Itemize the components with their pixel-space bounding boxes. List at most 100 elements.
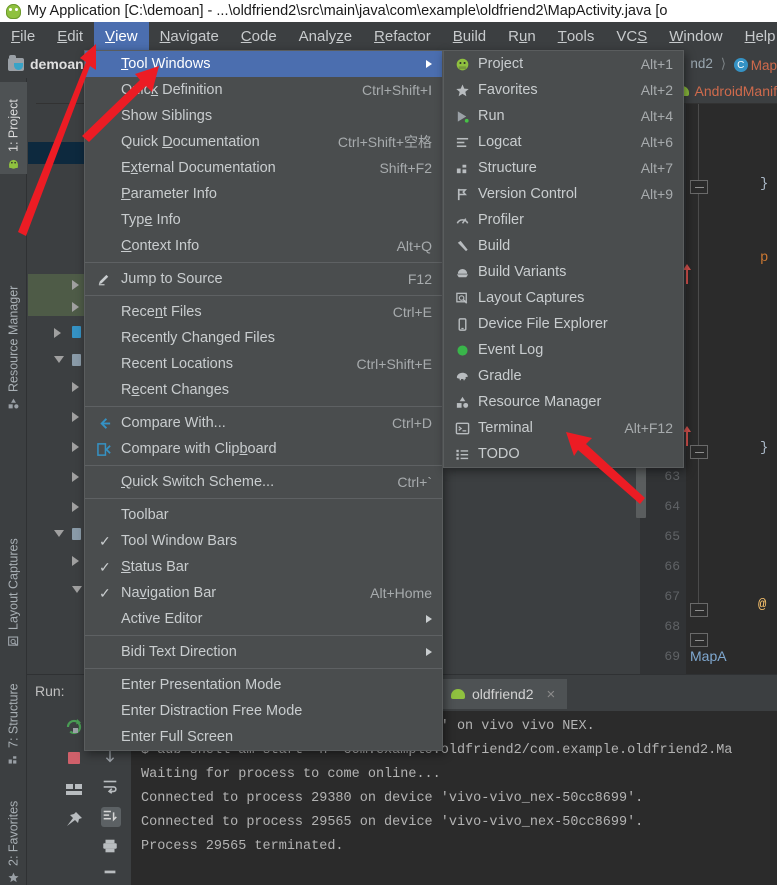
- star-icon: [453, 81, 471, 99]
- code-fold-box[interactable]: [690, 603, 708, 617]
- view-menu-item-active-editor[interactable]: Active Editor: [85, 606, 442, 632]
- tool-window-item-favorites[interactable]: Favorites Alt+2: [444, 77, 683, 103]
- tool-window-item-label: Device File Explorer: [478, 316, 608, 332]
- view-menu-item-context-info[interactable]: Context Info Alt+Q: [85, 233, 442, 259]
- tree-expander-icon[interactable]: [72, 302, 79, 312]
- tool-window-item-version-control[interactable]: Version Control Alt+9: [444, 181, 683, 207]
- tree-expander-icon[interactable]: [54, 328, 61, 338]
- tool-window-item-gradle[interactable]: Gradle: [444, 363, 683, 389]
- tree-expander-icon[interactable]: [72, 412, 79, 422]
- tool-window-item-device-file-explorer[interactable]: Device File Explorer: [444, 311, 683, 337]
- tool-window-item-todo[interactable]: TODO: [444, 441, 683, 467]
- menu-item-label: Type Info: [121, 212, 181, 228]
- view-dropdown-menu[interactable]: Tool Windows Quick Definition Ctrl+Shift+I…: [84, 50, 443, 751]
- view-menu-item-compare-with[interactable]: Compare With... Ctrl+D: [85, 410, 442, 436]
- run-tab-oldfriend2[interactable]: oldfriend2 ×: [439, 679, 568, 709]
- view-menu-item-type-info[interactable]: Type Info: [85, 207, 442, 233]
- menu-separator: [85, 465, 442, 466]
- code-fold-box[interactable]: [690, 445, 708, 459]
- menubar-item-code[interactable]: Code: [230, 22, 288, 50]
- view-menu-item-quick-switch-scheme[interactable]: Quick Switch Scheme... Ctrl+`: [85, 469, 442, 495]
- tool-window-item-event-log[interactable]: Event Log: [444, 337, 683, 363]
- compare-clipboard-icon: [96, 441, 113, 458]
- layout-captures-icon: [7, 635, 20, 648]
- tree-expander-icon[interactable]: [72, 280, 79, 290]
- view-menu-item-bidi-text-direction[interactable]: Bidi Text Direction: [85, 639, 442, 665]
- stop-icon[interactable]: [64, 748, 84, 768]
- event-log-icon: [453, 341, 471, 359]
- view-menu-item-recent-files[interactable]: Recent Files Ctrl+E: [85, 299, 442, 325]
- tool-window-item-shortcut: Alt+1: [640, 56, 673, 72]
- view-menu-item-recent-locations[interactable]: Recent Locations Ctrl+Shift+E: [85, 351, 442, 377]
- tree-collapser-icon[interactable]: [72, 586, 82, 593]
- view-menu-item-enter-distraction-free-mode[interactable]: Enter Distraction Free Mode: [85, 698, 442, 724]
- menubar-item-view[interactable]: View: [94, 22, 149, 50]
- view-menu-item-tool-window-bars[interactable]: ✓ Tool Window Bars: [85, 528, 442, 554]
- view-menu-item-quick-definition[interactable]: Quick Definition Ctrl+Shift+I: [85, 77, 442, 103]
- tool-window-item-resource-manager[interactable]: Resource Manager: [444, 389, 683, 415]
- view-menu-item-parameter-info[interactable]: Parameter Info: [85, 181, 442, 207]
- tool-window-item-build[interactable]: Build: [444, 233, 683, 259]
- menubar-item-help[interactable]: Help: [734, 22, 777, 50]
- view-menu-item-recent-changes[interactable]: Recent Changes: [85, 377, 442, 403]
- tree-expander-icon[interactable]: [72, 382, 79, 392]
- clear-all-icon[interactable]: [101, 867, 121, 885]
- tool-window-item-terminal[interactable]: Terminal Alt+F12: [444, 415, 683, 441]
- menubar-item-tools[interactable]: Tools: [547, 22, 606, 50]
- view-menu-item-compare-with-clipboard[interactable]: Compare with Clipboard: [85, 436, 442, 462]
- view-menu-item-status-bar[interactable]: ✓ Status Bar: [85, 554, 442, 580]
- tree-expander-icon[interactable]: [72, 442, 79, 452]
- view-menu-item-jump-to-source[interactable]: Jump to Source F12: [85, 266, 442, 292]
- view-menu-item-enter-full-screen[interactable]: Enter Full Screen: [85, 724, 442, 750]
- restore-layout-icon[interactable]: [64, 779, 84, 799]
- tool-windows-submenu[interactable]: Project Alt+1 Favorites Alt+2 Run Alt+4 Logcat…: [443, 50, 684, 468]
- breadcrumb[interactable]: nd2 ⟩ C Map: [690, 56, 777, 73]
- menubar-item-edit[interactable]: Edit: [46, 22, 94, 50]
- view-menu-item-tool-windows[interactable]: Tool Windows: [85, 51, 442, 77]
- tool-window-item-profiler[interactable]: Profiler: [444, 207, 683, 233]
- soft-wrap-icon[interactable]: [101, 777, 121, 797]
- code-fold-box[interactable]: [690, 180, 708, 194]
- tree-expander-icon[interactable]: [72, 472, 79, 482]
- tree-expander-icon[interactable]: [72, 556, 79, 566]
- menubar-item-analyze[interactable]: Analy z e: [288, 22, 363, 50]
- sidebar-item-structure[interactable]: 7: Structure: [0, 660, 27, 770]
- editor-line-number: 63: [664, 469, 680, 484]
- menubar-item-window[interactable]: Window: [658, 22, 733, 50]
- view-menu-item-toolbar[interactable]: Toolbar: [85, 502, 442, 528]
- view-menu-item-show-siblings[interactable]: Show Siblings: [85, 103, 442, 129]
- menubar-item-vcs[interactable]: VC S: [605, 22, 658, 50]
- tool-window-item-project[interactable]: Project Alt+1: [444, 51, 683, 77]
- menubar-item-file[interactable]: File: [0, 22, 46, 50]
- menubar-item-refactor[interactable]: Refactor: [363, 22, 442, 50]
- sidebar-item-layout-captures[interactable]: Layout Captures: [0, 518, 27, 652]
- view-menu-item-recently-changed-files[interactable]: Recently Changed Files: [85, 325, 442, 351]
- tree-collapser-icon[interactable]: [54, 356, 64, 363]
- tree-collapser-icon[interactable]: [54, 530, 64, 537]
- project-tree-panel[interactable]: [28, 104, 88, 674]
- view-menu-item-navigation-bar[interactable]: ✓ Navigation Bar Alt+Home: [85, 580, 442, 606]
- view-menu-item-enter-presentation-mode[interactable]: Enter Presentation Mode: [85, 672, 442, 698]
- menubar-item-build[interactable]: Build: [442, 22, 497, 50]
- tool-window-item-structure[interactable]: Structure Alt+7: [444, 155, 683, 181]
- tool-window-item-layout-captures[interactable]: Layout Captures: [444, 285, 683, 311]
- close-icon[interactable]: ×: [547, 686, 556, 703]
- print-icon[interactable]: [101, 837, 121, 857]
- scroll-to-end-icon[interactable]: [101, 807, 121, 827]
- editor-tab-name[interactable]: MapA: [690, 648, 727, 664]
- pin-tab-icon[interactable]: [64, 810, 84, 830]
- view-menu-item-external-documentation[interactable]: External Documentation Shift+F2: [85, 155, 442, 181]
- sidebar-item-favorites[interactable]: 2: Favorites: [0, 778, 27, 885]
- rerun-icon[interactable]: [64, 717, 84, 737]
- menubar-item-navigate[interactable]: Navigate: [149, 22, 230, 50]
- menubar-item-run[interactable]: Run: [497, 22, 547, 50]
- view-menu-item-quick-documentation[interactable]: Quick Documentation Ctrl+Shift+空格: [85, 129, 442, 155]
- sidebar-item-project[interactable]: 1: Project: [0, 82, 27, 174]
- tree-expander-icon[interactable]: [72, 502, 79, 512]
- sidebar-item-resource-manager[interactable]: Resource Manager: [0, 266, 27, 414]
- tool-window-item-run[interactable]: Run Alt+4: [444, 103, 683, 129]
- tool-window-item-build-variants[interactable]: Build Variants: [444, 259, 683, 285]
- tool-window-item-logcat[interactable]: Logcat Alt+6: [444, 129, 683, 155]
- code-fold-box[interactable]: [690, 633, 708, 647]
- tool-window-item-label: Build Variants: [478, 264, 567, 280]
